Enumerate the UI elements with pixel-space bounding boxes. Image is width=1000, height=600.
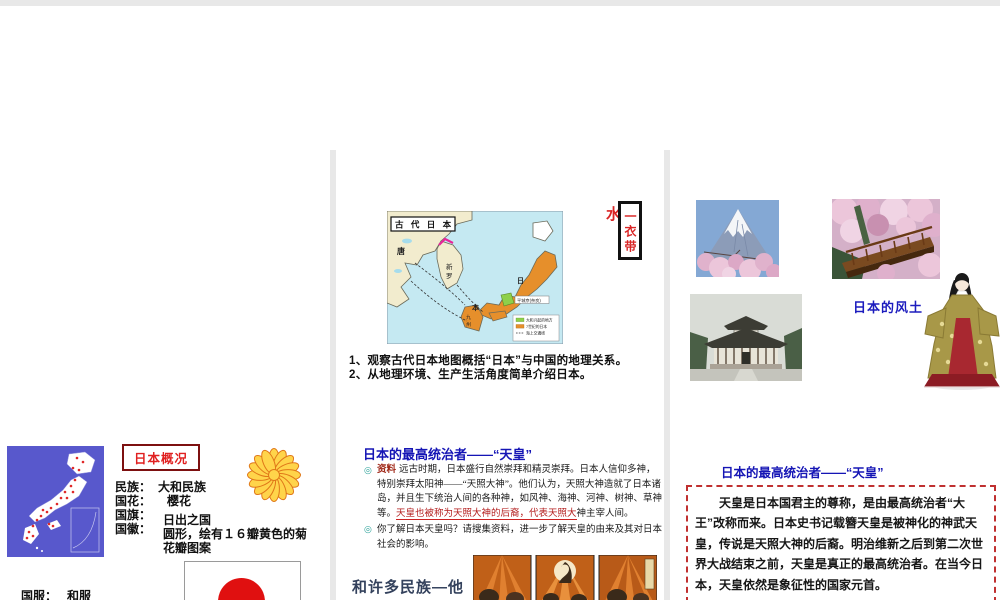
map-label-china: 唐 — [397, 246, 405, 256]
map-legend: 大和兴起的地方 7世纪的日本 海上交通线 — [512, 314, 560, 342]
fact-value-guofu: 和服 — [67, 589, 92, 600]
fact-label-guofu: 国服： — [21, 589, 58, 600]
map-label-korea-1: 新 — [446, 262, 453, 271]
fact-label-guohui: 国徽： — [115, 522, 152, 536]
ziliao-bullet-icon: ◎ — [364, 465, 372, 475]
slide-thumbnail-japan-overview[interactable]: 日本概况 民族： 大和民族 国花： 樱花 国旗： 日出之国 国徽： 圆形，绘有１… — [0, 408, 330, 600]
amaterasu-ukiyoe-triptych-image — [473, 555, 657, 600]
map-label-kyushu-2: 州 — [466, 322, 471, 328]
ziliao-text-end: 神主宰人间。 — [576, 509, 634, 520]
mount-fuji-photo — [696, 200, 779, 277]
slide-thumbnail-tenno-text[interactable]: 日本的最高统治者——“天皇” 天皇是日本国君主的尊称，是由最高统治者“大王”改称… — [670, 408, 1000, 600]
question-bullet-icon: ◎ — [364, 524, 372, 534]
scenery-caption: 日本的风土 — [853, 300, 924, 315]
ziliao-label: 资料 — [377, 465, 397, 475]
ancient-japan-map-image: 唐 新 罗 日 本 九 州 平城京(奈良) 古 代 日 本 大和兴起的地方 7世… — [387, 211, 563, 344]
map-label-japan-1: 日 — [517, 277, 524, 285]
temple-photo — [690, 294, 802, 381]
map-label-capital: 平城京(奈良) — [517, 297, 541, 304]
flag-sun-disc — [218, 578, 265, 600]
slide-thumbnail-ancient-japan-map[interactable]: 唐 新 罗 日 本 九 州 平城京(奈良) 古 代 日 本 大和兴起的地方 7世… — [336, 156, 664, 402]
slide-title: 日本的最高统治者——“天皇” — [721, 466, 884, 480]
legend-label-japan7c: 7世纪的日本 — [526, 324, 547, 329]
question-line-2: 2、从地理环境、生产生活角度简单介绍日本。 — [349, 369, 592, 381]
overview-heading-box: 日本概况 — [122, 444, 201, 471]
map-label-korea-2: 罗 — [446, 272, 453, 280]
slide-thumbnail-blank[interactable] — [0, 156, 330, 402]
map-title: 古 代 日 本 — [395, 220, 454, 230]
ziliao-paragraph: 资料 远古时期，日本盛行自然崇拜和精灵崇拜。日本人信仰多神，特别崇拜太阳神——“天… — [377, 463, 663, 522]
vertical-strip-yiyidaishui: 一衣带 — [618, 201, 642, 260]
chrysanthemum-emblem — [247, 448, 301, 502]
slide-thumbnail-tenno-intro[interactable]: 日本的最高统治者——“天皇” ◎ 资料 远古时期，日本盛行自然崇拜和精灵崇拜。日本… — [336, 408, 664, 600]
japan-flag-image — [184, 561, 301, 600]
slide-title: 日本的最高统治者——“天皇” — [363, 447, 533, 462]
grid-divider-horizontal — [0, 0, 1000, 6]
legend-label-searoute: 海上交通线 — [526, 331, 545, 336]
map-label-japan-2: 本 — [471, 303, 479, 312]
fact-value-guohui-line2: 花瓣图案 — [163, 541, 212, 555]
japan-prefecture-map-image — [7, 446, 104, 557]
kimono-woman-illustration — [924, 273, 1000, 390]
tenno-description-box: 天皇是日本国君主的尊称，是由最高统治者“大王”改称而来。日本史书记载簪天皇是被神… — [686, 485, 996, 600]
ziliao-highlight-underlined: 天皇也被称为天照大神的后裔，代表天照大 — [396, 509, 577, 521]
slide-thumbnail-japan-scenery[interactable]: 日本的风土 — [670, 156, 1000, 402]
legend-label-yamato: 大和兴起的地方 — [526, 318, 553, 323]
partial-sentence-text: 和许多民族—他 — [352, 579, 465, 596]
fact-value-guohua: 樱花 — [167, 494, 192, 508]
slide-sorter-page: 唐 新 罗 日 本 九 州 平城京(奈良) 古 代 日 本 大和兴起的地方 7世… — [0, 0, 1000, 600]
inquiry-question: 你了解日本天皇吗？请搜集资料，进一步了解天皇的由来及其对日本社会的影响。 — [377, 525, 663, 550]
map-label-kyushu-1: 九 — [466, 314, 471, 321]
